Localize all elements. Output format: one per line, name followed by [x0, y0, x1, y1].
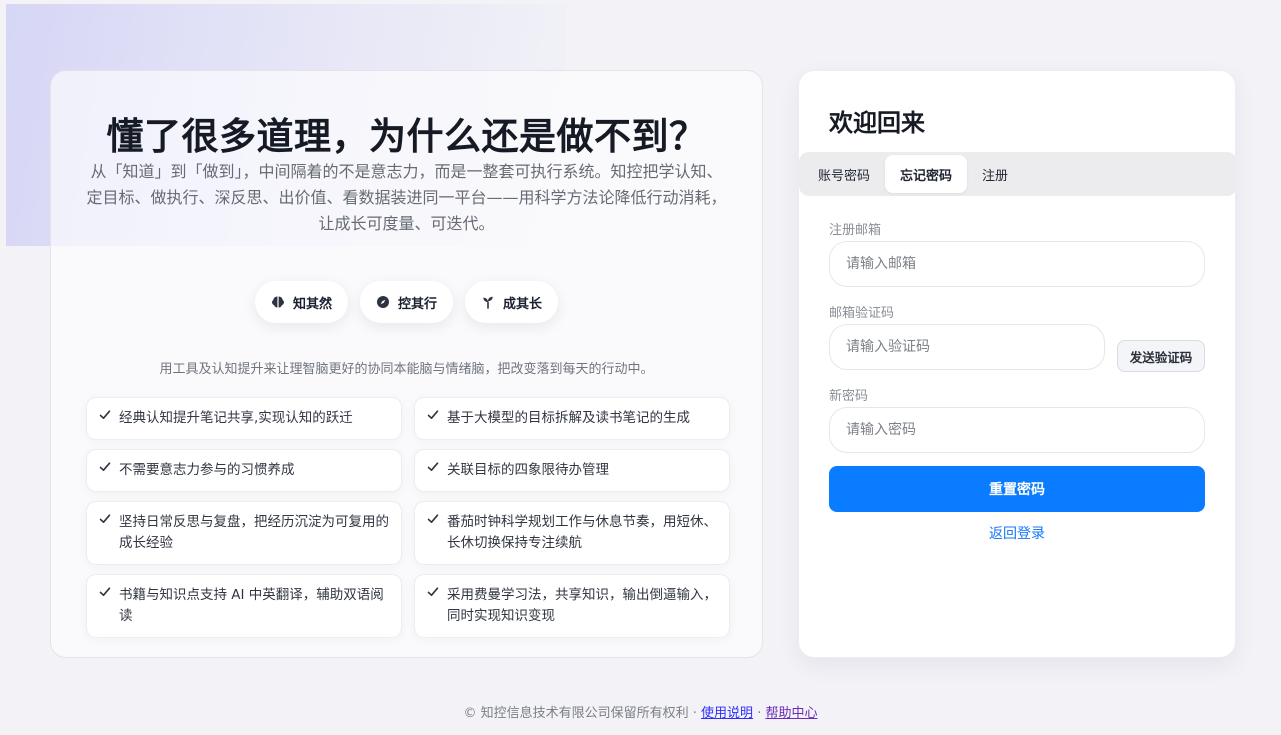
pillar-control: 控其行 — [359, 281, 453, 323]
check-icon — [99, 587, 111, 596]
feature-text: 采用费曼学习法，共享知识，输出倒逼输入，同时实现知识变现 — [447, 587, 717, 624]
verification-code-field[interactable] — [829, 324, 1105, 370]
feature-item: 关联目标的四象限待办管理 — [414, 449, 730, 492]
feature-item: 基于大模型的目标拆解及读书笔记的生成 — [414, 397, 730, 440]
check-icon — [427, 514, 439, 523]
check-icon — [99, 514, 111, 523]
usage-link[interactable]: 使用说明 — [701, 706, 753, 721]
pillar-list: 知其然 控其行 成其长 — [51, 281, 762, 323]
new-password-field[interactable] — [829, 407, 1205, 453]
reset-password-button[interactable]: 重置密码 — [829, 466, 1205, 512]
feature-text: 经典认知提升笔记共享,实现认知的跃迁 — [119, 410, 353, 426]
back-to-login-link[interactable]: 返回登录 — [799, 523, 1235, 543]
compass-icon — [376, 295, 390, 309]
code-label: 邮箱验证码 — [829, 306, 895, 321]
footer-separator: · — [753, 706, 766, 721]
feature-text: 坚持日常反思与复盘，把经历沉淀为可复用的成长经验 — [119, 514, 389, 551]
feature-grid: 经典认知提升笔记共享,实现认知的跃迁 基于大模型的目标拆解及读书笔记的生成 不需… — [86, 397, 730, 638]
pillar-label: 成其长 — [503, 296, 543, 312]
hero-description: 从「知道」到「做到」，中间隔着的不是意志力，而是一整套可执行系统。知控把学认知、… — [86, 162, 727, 233]
intro-panel: 懂了很多道理，为什么还是做不到？ 从「知道」到「做到」，中间隔着的不是意志力，而… — [50, 70, 763, 658]
pillar-label: 控其行 — [397, 296, 437, 312]
copyright-text: © 知控信息技术有限公司保留所有权利 · — [463, 706, 702, 721]
brain-icon — [271, 295, 285, 309]
subline: 用工具及认知提升来让理智脑更好的协同本能脑与情绪脑，把改变落到每天的行动中。 — [159, 362, 654, 377]
sprout-icon — [481, 295, 495, 309]
tab-register[interactable]: 注册 — [967, 155, 1023, 193]
email-label: 注册邮箱 — [829, 223, 882, 238]
email-field[interactable] — [829, 241, 1205, 287]
auth-panel: 欢迎回来 账号密码 忘记密码 注册 注册邮箱 邮箱验证码 发送验证码 新密码 重… — [798, 70, 1236, 658]
feature-text: 基于大模型的目标拆解及读书笔记的生成 — [447, 410, 690, 426]
feature-item: 经典认知提升笔记共享,实现认知的跃迁 — [86, 397, 402, 440]
check-icon — [427, 587, 439, 596]
feature-text: 番茄时钟科学规划工作与休息节奏，用短休、长休切换保持专注续航 — [447, 514, 717, 551]
tab-account-password[interactable]: 账号密码 — [803, 155, 885, 193]
tab-forgot-password[interactable]: 忘记密码 — [885, 155, 968, 193]
feature-text: 不需要意志力参与的习惯养成 — [119, 462, 295, 478]
hero-title: 懂了很多道理，为什么还是做不到？ — [106, 115, 707, 158]
feature-item: 坚持日常反思与复盘，把经历沉淀为可复用的成长经验 — [86, 501, 402, 565]
help-center-link[interactable]: 帮助中心 — [765, 706, 817, 721]
feature-text: 关联目标的四象限待办管理 — [447, 462, 609, 478]
feature-text: 书籍与知识点支持 AI 中英翻译，辅助双语阅读 — [119, 587, 384, 624]
auth-tabs: 账号密码 忘记密码 注册 — [799, 152, 1235, 196]
new-password-label: 新密码 — [829, 389, 869, 404]
send-code-button[interactable]: 发送验证码 — [1117, 340, 1205, 372]
check-icon — [427, 410, 439, 419]
feature-item: 番茄时钟科学规划工作与休息节奏，用短休、长休切换保持专注续航 — [414, 501, 730, 565]
feature-item: 书籍与知识点支持 AI 中英翻译，辅助双语阅读 — [86, 574, 402, 638]
footer: © 知控信息技术有限公司保留所有权利 · 使用说明 · 帮助中心 — [0, 702, 1281, 721]
check-icon — [99, 462, 111, 471]
pillar-know: 知其然 — [254, 281, 348, 323]
feature-item: 采用费曼学习法，共享知识，输出倒逼输入，同时实现知识变现 — [414, 574, 730, 638]
check-icon — [427, 462, 439, 471]
pillar-label: 知其然 — [292, 296, 332, 312]
feature-item: 不需要意志力参与的习惯养成 — [86, 449, 402, 492]
pillar-grow: 成其长 — [465, 281, 559, 323]
check-icon — [99, 410, 111, 419]
welcome-title: 欢迎回来 — [829, 109, 925, 137]
